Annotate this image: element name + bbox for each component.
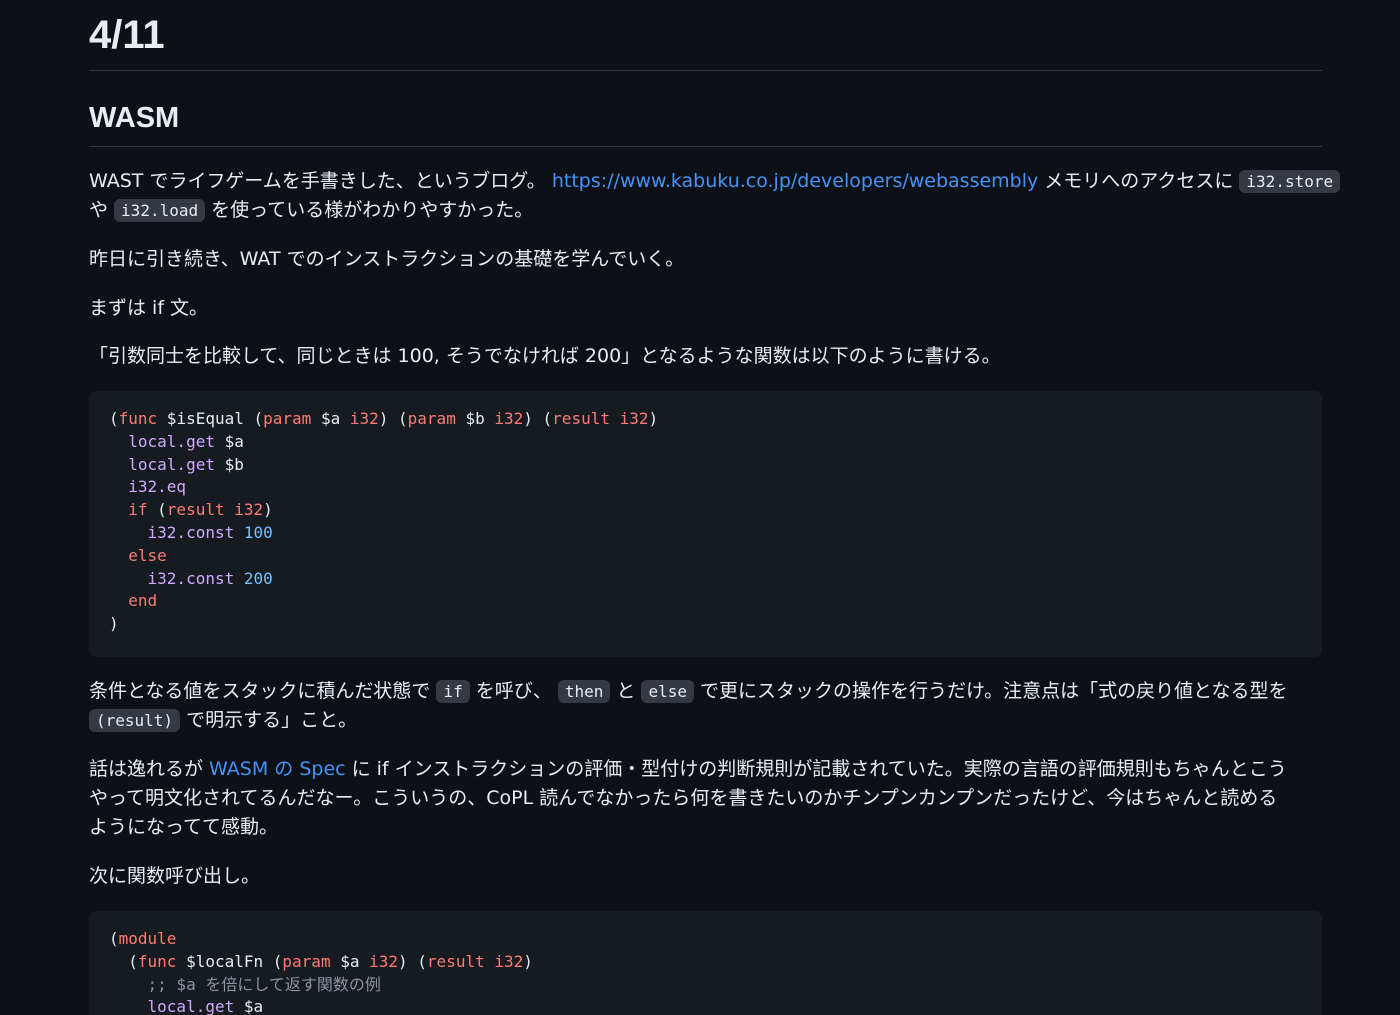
- code-block-is-equal: (func $isEqual (param $a i32) (param $b …: [89, 391, 1322, 657]
- date-heading: 4/11: [89, 13, 165, 57]
- paragraph-blog-reference: WAST でライフゲームを手書きした、というブログ。 https://www.k…: [89, 167, 1341, 225]
- paragraph-spec: 話は逸れるが WASM の Spec に if インストラクションの評価・型付け…: [89, 755, 1322, 842]
- paragraph-intro: 昨日に引き続き、WAT でのインストラクションの基礎を学んでいく。: [89, 248, 685, 270]
- inline-code-i32-store: i32.store: [1239, 170, 1341, 193]
- section-heading: WASM: [89, 102, 180, 134]
- heading-divider: [89, 70, 1322, 71]
- text: 条件となる値をスタックに積んだ状態で: [89, 680, 437, 702]
- text: を使っている様がわかりやすかった。: [205, 199, 534, 221]
- inline-code-i32-load: i32.load: [114, 199, 206, 222]
- text: で明示する」こと。: [180, 709, 358, 731]
- inline-code-else: else: [641, 680, 694, 703]
- text: ようになってて感動。: [89, 816, 279, 838]
- paragraph-example-description: 「引数同士を比較して、同じときは 100, そうでなければ 200」となるような…: [89, 345, 1001, 367]
- text: と: [610, 680, 642, 702]
- text: メモリへのアクセスに: [1038, 170, 1240, 192]
- paragraph-if: まずは if 文。: [89, 297, 209, 319]
- text: で更にスタックの操作を行うだけ。注意点は「式の戻り値となる型を: [694, 680, 1288, 702]
- text: に if インストラクションの評価・型付けの判断規則が記載されていた。実際の言語…: [345, 758, 1287, 780]
- text: を呼び、: [469, 680, 558, 702]
- paragraph-if-explanation: 条件となる値をスタックに積んだ状態で if を呼び、 then と else で…: [89, 677, 1322, 735]
- kabuku-blog-link[interactable]: https://www.kabuku.co.jp/developers/weba…: [552, 170, 1038, 192]
- wasm-spec-link[interactable]: WASM の Spec: [209, 758, 346, 780]
- text: や: [89, 199, 115, 221]
- page: 4/11 WASM WAST でライフゲームを手書きした、というブログ。 htt…: [0, 0, 1400, 1015]
- paragraph-function-call: 次に関数呼び出し。: [89, 865, 261, 887]
- inline-code-then: then: [557, 680, 611, 703]
- text: やって明文化されてるんだなー。こういうの、CoPL 読んでなかったら何を書きたい…: [89, 787, 1278, 809]
- section-divider: [89, 146, 1322, 147]
- text: 話は逸れるが: [89, 758, 210, 780]
- code-block-module: (module (func $localFn (param $a i32) (r…: [89, 911, 1322, 1015]
- inline-code-if: if: [436, 680, 470, 703]
- text: WAST でライフゲームを手書きした、というブログ。: [89, 170, 552, 192]
- inline-code-result: (result): [89, 709, 181, 732]
